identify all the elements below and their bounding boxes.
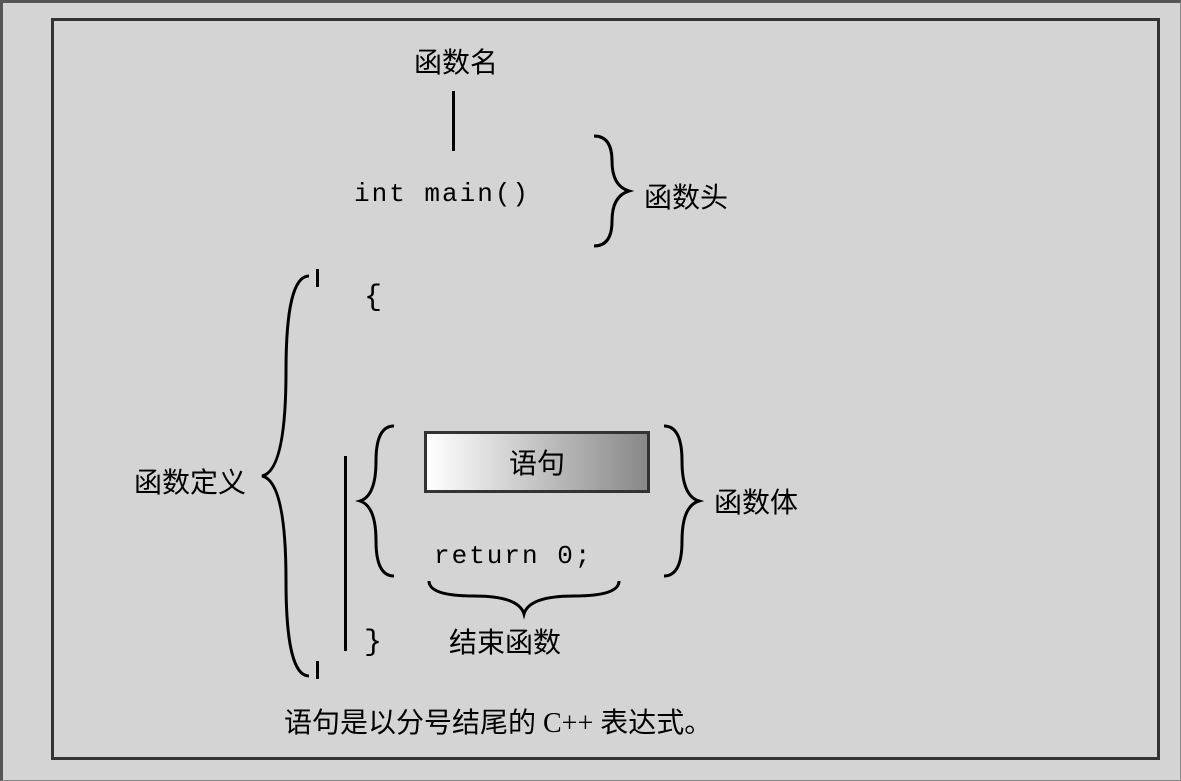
line-body-connect bbox=[344, 456, 347, 651]
brace-function-head bbox=[584, 131, 644, 251]
code-signature: int main() bbox=[354, 179, 530, 209]
caption-text: 语句是以分号结尾的 C++ 表达式。 bbox=[284, 701, 712, 741]
statement-box: 语句 bbox=[424, 431, 650, 493]
line-function-name bbox=[452, 91, 455, 151]
tick-def-top bbox=[316, 269, 319, 287]
label-function-body: 函数体 bbox=[714, 481, 798, 521]
tick-def-bottom bbox=[316, 661, 319, 679]
code-close-brace: } bbox=[364, 626, 384, 660]
brace-end-function bbox=[424, 576, 624, 621]
label-function-name: 函数名 bbox=[414, 41, 498, 81]
label-function-head: 函数头 bbox=[644, 176, 728, 216]
brace-function-definition bbox=[254, 271, 324, 681]
label-function-definition: 函数定义 bbox=[134, 461, 246, 501]
brace-body-left bbox=[354, 421, 404, 581]
code-return: return 0; bbox=[434, 541, 592, 571]
inner-frame: 函数名 int main() 函数头 函数定义 { 语句 bbox=[51, 18, 1160, 760]
brace-function-body bbox=[654, 421, 714, 581]
code-open-brace: { bbox=[364, 281, 384, 315]
label-end-function: 结束函数 bbox=[449, 621, 561, 661]
outer-frame: 函数名 int main() 函数头 函数定义 { 语句 bbox=[0, 0, 1181, 781]
statement-box-label: 语句 bbox=[509, 442, 565, 482]
